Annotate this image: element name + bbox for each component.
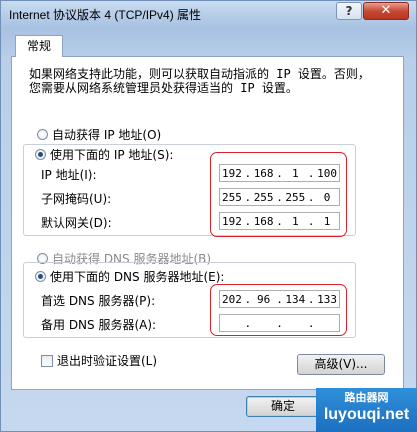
description-text: 如果网络支持此功能，则可以获取自动指派的 IP 设置。否则， 您需要从网络系统管… — [29, 67, 389, 95]
default-gateway-label: 默认网关(D): — [41, 216, 112, 230]
radio-manual-ip-label: 使用下面的 IP 地址(S): — [50, 148, 174, 162]
radio-manual-dns[interactable]: 使用下面的 DNS 服务器地址(E): — [35, 268, 227, 285]
window-title: Internet 协议版本 4 (TCP/IPv4) 属性 — [9, 8, 202, 22]
watermark-line-1: 路由器网 — [344, 391, 389, 404]
radio-manual-ip[interactable]: 使用下面的 IP 地址(S): — [35, 146, 176, 163]
close-button[interactable]: ✕ — [363, 2, 409, 20]
subnet-mask-label: 子网掩码(U): — [41, 192, 112, 206]
dns-highlight-box — [210, 284, 347, 336]
radio-auto-ip-indicator[interactable] — [37, 129, 48, 140]
validate-on-exit-label: 退出时验证设置(L) — [57, 354, 158, 368]
ip-address-label: IP 地址(I): — [41, 168, 97, 182]
tab-general[interactable]: 常规 — [15, 35, 63, 57]
ok-button[interactable]: 确定 — [246, 396, 320, 417]
radio-manual-dns-label: 使用下面的 DNS 服务器地址(E): — [50, 270, 225, 284]
checkbox-box[interactable] — [41, 354, 53, 367]
ip-highlight-box — [210, 152, 347, 237]
site-watermark: 路由器网 luyouqi.net — [316, 388, 417, 432]
help-button[interactable]: ? — [336, 2, 362, 20]
alternate-dns-label: 备用 DNS 服务器(A): — [41, 318, 157, 332]
radio-auto-ip-label: 自动获得 IP 地址(O) — [52, 128, 162, 142]
radio-manual-ip-indicator[interactable] — [35, 149, 46, 160]
watermark-line-2: luyouqi.net — [323, 406, 410, 423]
description-line-1: 如果网络支持此功能，则可以获取自动指派的 IP 设置。否则， — [29, 67, 370, 81]
advanced-button[interactable]: 高级(V)... — [297, 354, 385, 375]
validate-on-exit-checkbox[interactable]: 退出时验证设置(L) — [41, 352, 157, 369]
radio-auto-ip[interactable]: 自动获得 IP 地址(O) — [37, 126, 164, 143]
preferred-dns-label: 首选 DNS 服务器(P): — [41, 294, 156, 308]
radio-manual-dns-indicator[interactable] — [35, 271, 46, 282]
title-bar[interactable]: Internet 协议版本 4 (TCP/IPv4) 属性 ? ✕ — [1, 1, 416, 27]
description-line-2: 您需要从网络系统管理员处获得适当的 IP 设置。 — [29, 81, 298, 95]
